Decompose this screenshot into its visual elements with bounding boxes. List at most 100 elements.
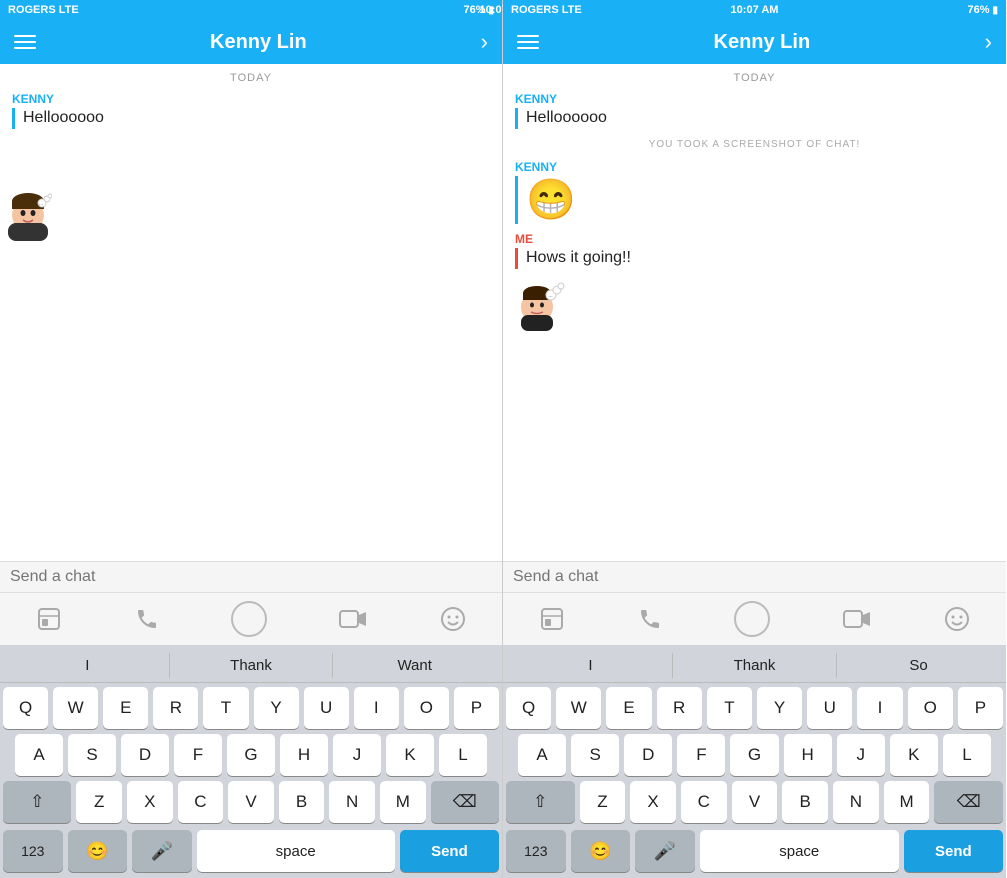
key-Z-right[interactable]: Z: [580, 781, 626, 823]
key-S-left[interactable]: S: [68, 734, 116, 776]
key-D-right[interactable]: D: [624, 734, 672, 776]
key-F-left[interactable]: F: [174, 734, 222, 776]
key-K-right[interactable]: K: [890, 734, 938, 776]
menu-icon[interactable]: [14, 35, 36, 49]
menu-icon-right[interactable]: [517, 35, 539, 49]
emoji-icon-left[interactable]: [440, 606, 466, 632]
key-G-left[interactable]: G: [227, 734, 275, 776]
suggestion-right-1[interactable]: I: [509, 653, 673, 678]
chat-area-left[interactable]: TODAY KENNY Helloooooo: [0, 64, 502, 561]
bitmoji-area-right: ...: [503, 273, 1006, 344]
suggestion-left-2[interactable]: Thank: [170, 653, 334, 678]
key-C-right[interactable]: C: [681, 781, 727, 823]
key-X-right[interactable]: X: [630, 781, 676, 823]
key-I-right[interactable]: I: [857, 687, 902, 729]
key-S-right[interactable]: S: [571, 734, 619, 776]
key-I-left[interactable]: I: [354, 687, 399, 729]
carrier-text-right: ROGERS LTE: [511, 4, 582, 16]
key-X-left[interactable]: X: [127, 781, 173, 823]
key-H-left[interactable]: H: [280, 734, 328, 776]
key-delete-left[interactable]: ⌫: [431, 781, 499, 823]
svg-text:...: ...: [39, 201, 43, 207]
key-G-right[interactable]: G: [730, 734, 778, 776]
sticker-icon-left[interactable]: [36, 606, 62, 632]
key-D-left[interactable]: D: [121, 734, 169, 776]
capture-icon-left[interactable]: [231, 601, 267, 637]
key-U-right[interactable]: U: [807, 687, 852, 729]
key-J-right[interactable]: J: [837, 734, 885, 776]
chat-input-right[interactable]: [513, 568, 996, 586]
key-R-left[interactable]: R: [153, 687, 198, 729]
key-W-right[interactable]: W: [556, 687, 601, 729]
key-Z-left[interactable]: Z: [76, 781, 122, 823]
key-mic-left[interactable]: 🎤: [132, 830, 192, 872]
key-shift-right[interactable]: ⇧: [506, 781, 575, 823]
chat-area-right[interactable]: TODAY KENNY Helloooooo YOU TOOK A SCREEN…: [503, 64, 1006, 561]
key-F-right[interactable]: F: [677, 734, 725, 776]
key-L-left[interactable]: L: [439, 734, 487, 776]
status-bar-right: ROGERS LTE 10:07 AM 76% ▮: [503, 0, 1006, 20]
key-O-right[interactable]: O: [908, 687, 953, 729]
key-K-left[interactable]: K: [386, 734, 434, 776]
capture-icon-right[interactable]: [734, 601, 770, 637]
chat-input-left[interactable]: [10, 568, 492, 586]
key-W-left[interactable]: W: [53, 687, 98, 729]
system-message-screenshot: YOU TOOK A SCREENSHOT OF CHAT!: [503, 133, 1006, 156]
key-Q-right[interactable]: Q: [506, 687, 551, 729]
key-space-right[interactable]: space: [700, 830, 899, 872]
input-area-right[interactable]: [503, 561, 1006, 592]
key-L-right[interactable]: L: [943, 734, 991, 776]
input-area-left[interactable]: [0, 561, 502, 592]
key-N-right[interactable]: N: [833, 781, 879, 823]
keyboard-bottom-left: 123 😊 🎤 space Send: [0, 830, 502, 876]
key-delete-right[interactable]: ⌫: [934, 781, 1003, 823]
key-R-right[interactable]: R: [657, 687, 702, 729]
suggestion-left-1[interactable]: I: [6, 653, 170, 678]
key-U-left[interactable]: U: [304, 687, 349, 729]
key-P-left[interactable]: P: [454, 687, 499, 729]
key-V-right[interactable]: V: [732, 781, 778, 823]
key-J-left[interactable]: J: [333, 734, 381, 776]
key-send-left[interactable]: Send: [400, 830, 499, 872]
key-M-right[interactable]: M: [884, 781, 930, 823]
key-B-right[interactable]: B: [782, 781, 828, 823]
sticker-icon-right[interactable]: [539, 606, 565, 632]
forward-icon-right[interactable]: ›: [985, 29, 992, 55]
key-P-right[interactable]: P: [958, 687, 1003, 729]
key-M-left[interactable]: M: [380, 781, 426, 823]
key-H-right[interactable]: H: [784, 734, 832, 776]
key-A-right[interactable]: A: [518, 734, 566, 776]
forward-icon[interactable]: ›: [481, 29, 488, 55]
emoji-icon-right[interactable]: [944, 606, 970, 632]
key-mic-right[interactable]: 🎤: [635, 830, 695, 872]
key-V-left[interactable]: V: [228, 781, 274, 823]
video-icon-right[interactable]: [843, 609, 871, 629]
key-O-left[interactable]: O: [404, 687, 449, 729]
date-divider-left: TODAY: [0, 64, 502, 88]
key-123-right[interactable]: 123: [506, 830, 566, 872]
key-C-left[interactable]: C: [178, 781, 224, 823]
video-icon-left[interactable]: [339, 609, 367, 629]
battery-text-right: 76%: [967, 4, 989, 16]
suggestion-right-2[interactable]: Thank: [673, 653, 837, 678]
key-E-right[interactable]: E: [606, 687, 651, 729]
suggestion-right-3[interactable]: So: [837, 653, 1000, 678]
key-123-left[interactable]: 123: [3, 830, 63, 872]
phone-icon-right[interactable]: [638, 607, 662, 631]
key-Q-left[interactable]: Q: [3, 687, 48, 729]
key-T-left[interactable]: T: [203, 687, 248, 729]
key-send-right[interactable]: Send: [904, 830, 1003, 872]
key-N-left[interactable]: N: [329, 781, 375, 823]
key-emoji-left[interactable]: 😊: [68, 830, 128, 872]
suggestion-left-3[interactable]: Want: [333, 653, 496, 678]
key-E-left[interactable]: E: [103, 687, 148, 729]
key-Y-right[interactable]: Y: [757, 687, 802, 729]
key-Y-left[interactable]: Y: [254, 687, 299, 729]
key-shift-left[interactable]: ⇧: [3, 781, 71, 823]
key-space-left[interactable]: space: [197, 830, 395, 872]
key-emoji-right[interactable]: 😊: [571, 830, 631, 872]
key-B-left[interactable]: B: [279, 781, 325, 823]
key-A-left[interactable]: A: [15, 734, 63, 776]
key-T-right[interactable]: T: [707, 687, 752, 729]
phone-icon-left[interactable]: [135, 607, 159, 631]
